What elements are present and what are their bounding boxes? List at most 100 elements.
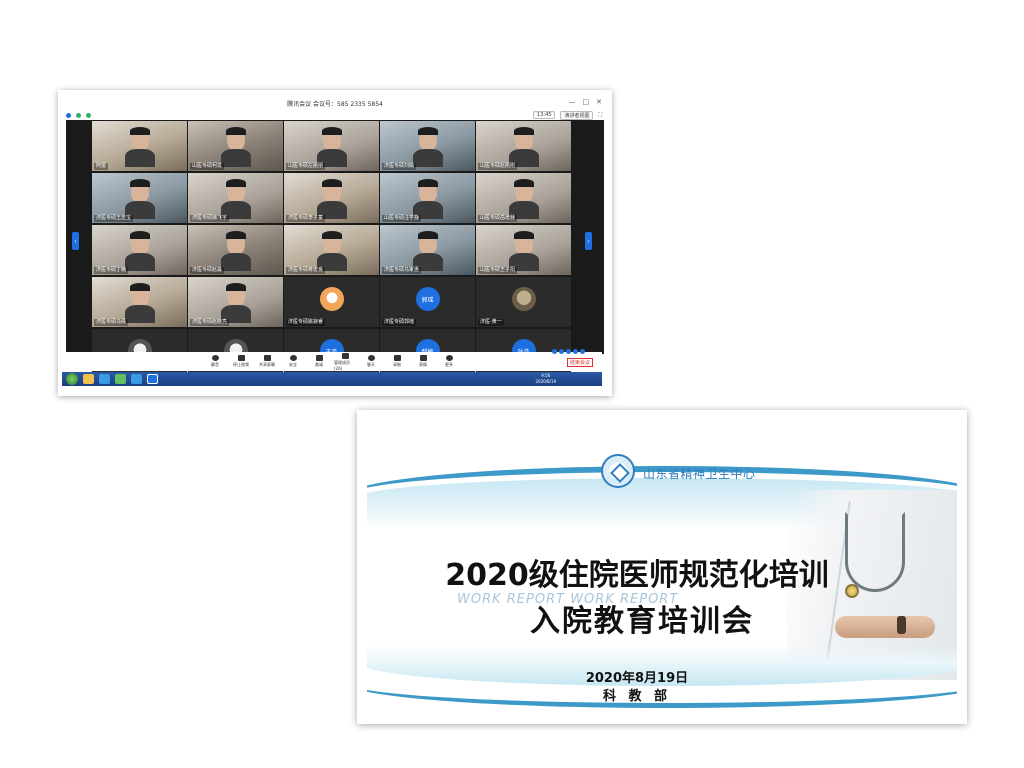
participant-tile[interactable]: 济医专硕姚寂睿 xyxy=(284,277,379,327)
slide-department: 科 教 部 xyxy=(602,689,672,704)
meeting-title: 腾讯会议 会议号：585 2335 5854 xyxy=(287,100,383,108)
participant-name: 山医专硕赵刚刚 xyxy=(478,163,518,170)
more-icon xyxy=(445,355,453,361)
slide-title-line2: 入院教育培训会 xyxy=(530,604,754,639)
participant-tile[interactable]: 济医专硕刘娟 xyxy=(380,121,475,171)
next-page-button[interactable]: › xyxy=(585,232,592,250)
toolbar-label: 静音 xyxy=(211,362,219,367)
toolbar-invite-button[interactable]: 邀请 xyxy=(308,355,330,368)
toolbar-members-button[interactable]: 管理成员(26) xyxy=(334,352,356,371)
participant-tile[interactable]: 山医专硕柯龙 xyxy=(188,121,283,171)
participant-tile[interactable]: 山医专硕岳增赫 xyxy=(476,173,571,223)
participant-tile[interactable]: 山医专硕赵刚刚 xyxy=(476,121,571,171)
participant-name: 山医专硕汪学静 xyxy=(382,215,422,222)
participant-name: 济医专硕蒋忠良 xyxy=(286,267,326,274)
shield-icon[interactable] xyxy=(76,112,81,118)
windows-taskbar: 9:56 2020/8/19 xyxy=(62,372,602,386)
toolbar-emoji-button[interactable]: 表情 xyxy=(412,355,434,368)
microphone-icon xyxy=(211,355,219,361)
participant-tile[interactable]: 济医-黄一 xyxy=(476,277,571,327)
share-screen-icon xyxy=(263,355,271,361)
taskbar-clock: 9:56 2020/8/19 xyxy=(535,373,556,385)
participant-hair xyxy=(417,179,438,187)
participant-tile[interactable]: 济医专硕马倩 xyxy=(92,277,187,327)
taskbar-app-icon[interactable] xyxy=(115,374,126,384)
taskbar-app-icon[interactable] xyxy=(83,374,94,384)
participant-hair xyxy=(417,127,438,135)
participant-name: 济医专硕李子童 xyxy=(286,215,326,222)
participant-avatar xyxy=(511,287,536,311)
participant-tile[interactable]: 济医专硕马家惠 xyxy=(380,225,475,275)
participant-hair xyxy=(513,179,534,187)
participant-name: 山医专硕左朋朋 xyxy=(286,163,326,170)
participant-hair xyxy=(129,231,150,239)
slide-screenshot: 山东省精神卫生中心 WORK REPORT WORK REPORT 2020级住… xyxy=(357,410,967,724)
speaker-view-button[interactable]: 演讲者视图 xyxy=(560,110,594,120)
home-icon[interactable] xyxy=(552,349,557,354)
record-icon xyxy=(393,355,401,361)
toolbar-label: 邀请 xyxy=(315,362,323,367)
info-icon[interactable] xyxy=(66,112,71,118)
minimize-button[interactable]: — xyxy=(569,98,576,106)
participant-name: 济医专硕丁楠 xyxy=(94,267,129,274)
participant-tile[interactable]: 山医专硕汪学静 xyxy=(380,173,475,223)
participant-tile[interactable]: 济医专硕丁楠 xyxy=(92,225,187,275)
participant-tile[interactable]: 济医专硕王志宝 xyxy=(92,173,187,223)
participant-tile[interactable]: 山医专硕左朋朋 xyxy=(284,121,379,171)
taskbar-app-icon[interactable] xyxy=(131,374,142,384)
toolbar-share-screen-button[interactable]: 共享屏幕 xyxy=(256,355,278,368)
prev-page-button[interactable]: ‹ xyxy=(72,232,79,250)
start-button[interactable] xyxy=(66,373,78,385)
participant-hair xyxy=(513,127,534,135)
participant-hair xyxy=(225,179,246,187)
participant-tile[interactable]: 济医专硕蒋忠良 xyxy=(284,225,379,275)
participant-tile[interactable]: 济医专硕赵晓亮 xyxy=(188,277,283,327)
participant-hair xyxy=(129,179,150,187)
taskbar-app-icon[interactable] xyxy=(99,374,110,384)
fullscreen-icon[interactable]: ⛶ xyxy=(598,112,602,118)
maximize-button[interactable]: □ xyxy=(583,98,590,106)
toolbar-microphone-button[interactable]: 静音 xyxy=(204,355,226,368)
end-meeting-button[interactable]: 结束会议 xyxy=(567,358,594,367)
participant-name: 济医专硕赵晓亮 xyxy=(190,319,230,326)
participant-tile[interactable]: 济医专硕赵淼 xyxy=(188,225,283,275)
floating-icons xyxy=(552,349,585,354)
participant-hair xyxy=(513,231,534,239)
chat-icon[interactable] xyxy=(559,349,564,354)
window-controls: — □ ✕ xyxy=(569,98,603,106)
meeting-titlebar: 腾讯会议 会议号：585 2335 5854 — □ ✕ xyxy=(62,96,608,110)
toolbar-camera-button[interactable]: 停止视频 xyxy=(230,355,252,368)
participant-hair xyxy=(417,231,438,239)
participant-name: 山医专硕柯龙 xyxy=(190,163,225,170)
toolbar-chat-button[interactable]: 聊天 xyxy=(360,355,382,368)
toolbar-shield-button[interactable]: 安全 xyxy=(282,355,304,368)
participant-name: 济医专硕王志宝 xyxy=(94,215,134,222)
participant-tile[interactable]: 济医专硕李子童 xyxy=(284,173,379,223)
invite-icon xyxy=(315,355,323,361)
meeting-topbar: 13:45 演讲者视图 ⛶ xyxy=(66,110,606,120)
toolbar-label: 更多 xyxy=(445,362,453,367)
taskbar-meeting-icon[interactable] xyxy=(147,374,158,384)
toolbar-label: 录制 xyxy=(393,362,401,367)
members-icon xyxy=(341,352,349,359)
share-icon[interactable] xyxy=(566,349,571,354)
toolbar-label: 停止视频 xyxy=(233,362,249,367)
toolbar-record-button[interactable]: 录制 xyxy=(386,355,408,368)
slide-date: 2020年8月19日 xyxy=(585,671,689,686)
settings-icon[interactable] xyxy=(573,349,578,354)
toolbar-more-button[interactable]: 更多 xyxy=(438,355,460,368)
participant-tile[interactable]: 济医专硕徐飞宇 xyxy=(188,173,283,223)
help-icon[interactable] xyxy=(580,349,585,354)
participant-hair xyxy=(321,231,342,239)
participant-tile[interactable]: 山医专硕王子阳 xyxy=(476,225,571,275)
chat-icon xyxy=(367,355,375,361)
participant-tile[interactable]: 阿雷 xyxy=(92,121,187,171)
camera-icon xyxy=(237,355,245,361)
close-button[interactable]: ✕ xyxy=(596,98,602,106)
org-name: 山东省精神卫生中心 xyxy=(643,467,756,481)
participant-tile[interactable]: 郭瑶 济医专硕郭瑶 xyxy=(380,277,475,327)
toolbar-label: 管理成员(26) xyxy=(334,359,350,371)
participant-name: 济医专硕赵淼 xyxy=(190,267,225,274)
toolbar-label: 安全 xyxy=(289,362,297,367)
toolbar-label: 聊天 xyxy=(367,362,375,367)
